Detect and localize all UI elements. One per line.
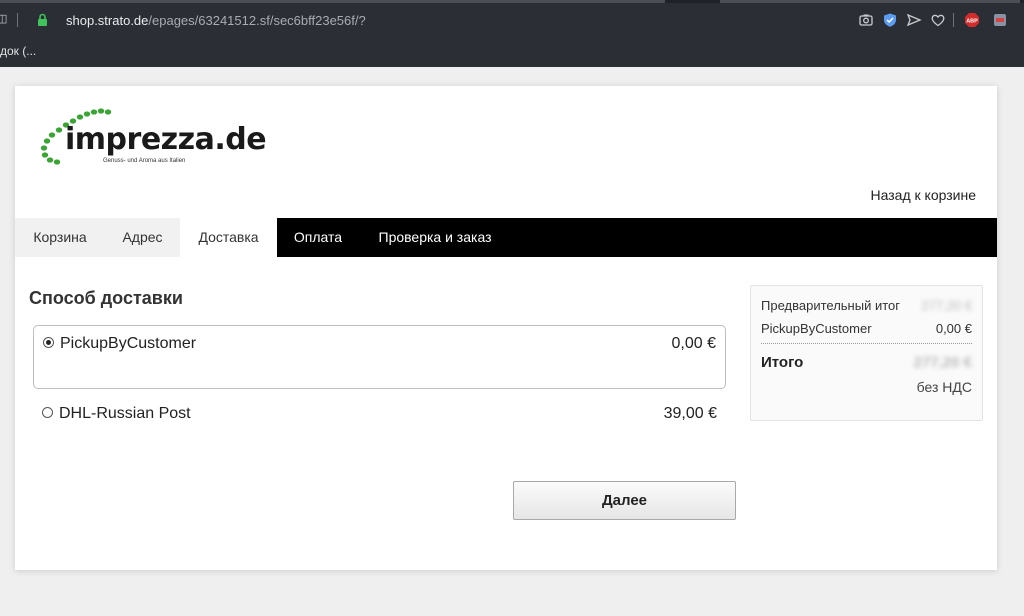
url-text[interactable]: shop.strato.de/epages/63241512.sf/sec6bf… — [66, 13, 366, 28]
total-value: 277,20 € — [913, 354, 972, 371]
divider — [953, 13, 954, 27]
vat-note: без НДС — [916, 379, 972, 395]
bookmark-item[interactable]: док (... — [0, 44, 36, 58]
extension-icon[interactable] — [992, 12, 1008, 28]
step-label: Доставка — [198, 229, 259, 245]
browser-chrome: ◫ shop.strato.de/epages/63241512.sf/sec6… — [0, 0, 1024, 67]
step-payment: Оплата — [277, 218, 359, 257]
camera-icon[interactable] — [858, 12, 874, 28]
logo-tagline: Genuss- und Aroma aus Italien — [103, 158, 186, 164]
step-address[interactable]: Адрес — [105, 218, 180, 257]
subtotal-value: 277,20 € — [921, 298, 972, 313]
next-button[interactable]: Далее — [513, 481, 736, 520]
total-label: Итого — [761, 354, 804, 371]
shipping-option-name: DHL-Russian Post — [59, 405, 191, 422]
url-path: /epages/63241512.sf/sec6bff23e56f/? — [148, 13, 366, 28]
shipping-method-title: Способ доставки — [29, 288, 183, 308]
divider — [17, 13, 18, 27]
shipping-cost-value: 0,00 € — [935, 321, 972, 336]
shipping-option-name: PickupByCustomer — [60, 335, 197, 352]
step-shipping[interactable]: Доставка — [180, 218, 277, 257]
url-host: shop.strato.de — [66, 13, 149, 28]
adblock-label: ABP — [966, 19, 978, 25]
address-bar[interactable]: ◫ shop.strato.de/epages/63241512.sf/sec6… — [0, 3, 1024, 39]
bookmarks-bar: док (... — [0, 39, 1024, 67]
lock-icon[interactable] — [37, 13, 48, 27]
shipping-cost-label: PickupByCustomer — [761, 321, 872, 336]
shipping-option-dhl[interactable]: DHL-Russian Post 39,00 € — [33, 396, 726, 436]
step-label: Оплата — [293, 229, 343, 245]
radio-unselected[interactable] — [42, 407, 53, 418]
subtotal-label: Предварительный итог — [761, 298, 900, 313]
radio-selected[interactable] — [43, 337, 54, 348]
shipping-option-price: 0,00 € — [671, 335, 716, 352]
logo-wordmark: imprezza.de — [65, 122, 267, 157]
back-to-cart-link[interactable]: Назад к корзине — [871, 187, 976, 203]
order-summary: Предварительный итог 277,20 € PickupByCu… — [750, 285, 983, 421]
heart-icon[interactable] — [930, 12, 946, 28]
shipping-option-price: 39,00 € — [663, 405, 717, 422]
step-label: Проверка и заказ — [378, 229, 492, 245]
shield-icon[interactable] — [882, 12, 898, 28]
send-icon[interactable] — [906, 12, 922, 28]
divider — [761, 343, 972, 344]
step-cart[interactable]: Корзина — [15, 218, 105, 257]
checkout-card: imprezza.de Genuss- und Aroma aus Italie… — [15, 86, 997, 570]
step-label: Адрес — [122, 229, 163, 245]
tabs-icon[interactable]: ◫ — [0, 12, 7, 25]
step-review: Проверка и заказ — [359, 218, 511, 257]
shipping-option-pickup[interactable]: PickupByCustomer 0,00 € — [33, 325, 726, 389]
step-label: Корзина — [33, 229, 87, 245]
checkout-steps: Корзина Адрес Доставка Оплата Проверка и… — [15, 218, 997, 257]
shop-logo[interactable]: imprezza.de Genuss- und Aroma aus Italie… — [39, 106, 267, 168]
adblock-icon[interactable]: ABP — [964, 12, 980, 28]
